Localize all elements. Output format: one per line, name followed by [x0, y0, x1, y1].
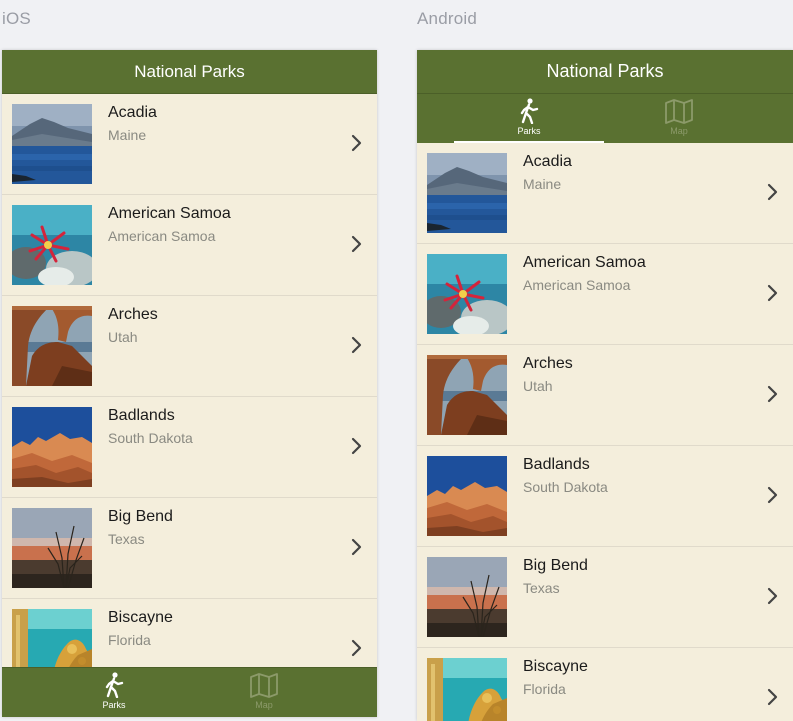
- park-row[interactable]: American Samoa American Samoa: [2, 195, 377, 296]
- chevron-right-icon: [767, 284, 779, 302]
- park-state: American Samoa: [108, 228, 216, 244]
- park-thumbnail: [12, 407, 92, 487]
- park-state: Texas: [523, 580, 560, 596]
- tab-label: Map: [255, 700, 273, 710]
- park-state: Maine: [523, 176, 562, 192]
- map-icon: [249, 671, 279, 699]
- chevron-right-icon: [767, 183, 779, 201]
- park-row[interactable]: Big Bend Texas: [2, 498, 377, 599]
- chevron-right-icon: [351, 134, 363, 152]
- tab-bar: Parks Map: [417, 93, 793, 143]
- tab-parks[interactable]: Parks: [454, 94, 604, 143]
- park-row[interactable]: Badlands South Dakota: [2, 397, 377, 498]
- park-name: Big Bend: [108, 508, 173, 525]
- chevron-right-icon: [767, 688, 779, 706]
- tab-label: Map: [670, 126, 688, 136]
- tab-parks[interactable]: Parks: [39, 668, 189, 717]
- park-state: Florida: [523, 681, 566, 697]
- park-thumbnail: [12, 306, 92, 386]
- park-thumbnail: [427, 557, 507, 637]
- park-name: Acadia: [108, 104, 157, 121]
- park-name: Biscayne: [523, 658, 588, 675]
- park-name: Arches: [523, 355, 573, 372]
- android-device: National Parks Parks Map Acadia Maine Am…: [417, 50, 793, 721]
- chevron-right-icon: [351, 538, 363, 556]
- chevron-right-icon: [767, 385, 779, 403]
- park-row[interactable]: Acadia Maine: [2, 94, 377, 195]
- map-icon: [664, 97, 694, 125]
- hiker-icon: [518, 97, 540, 125]
- chevron-right-icon: [351, 336, 363, 354]
- hiker-icon: [103, 671, 125, 699]
- park-name: Arches: [108, 306, 158, 323]
- chevron-right-icon: [351, 639, 363, 657]
- ios-label: iOS: [2, 9, 31, 28]
- park-name: Acadia: [523, 153, 572, 170]
- park-name: American Samoa: [523, 254, 646, 271]
- park-row[interactable]: Biscayne Florida: [417, 648, 793, 721]
- park-thumbnail: [427, 254, 507, 334]
- park-state: South Dakota: [523, 479, 608, 495]
- chevron-right-icon: [767, 587, 779, 605]
- park-name: American Samoa: [108, 205, 231, 222]
- ios-device: National Parks Acadia Maine American Samo…: [2, 50, 377, 717]
- park-row[interactable]: Badlands South Dakota: [417, 446, 793, 547]
- nav-bar-title: National Parks: [2, 50, 377, 94]
- chevron-right-icon: [767, 486, 779, 504]
- tab-map[interactable]: Map: [604, 94, 754, 143]
- park-row[interactable]: Big Bend Texas: [417, 547, 793, 648]
- park-state: Texas: [108, 531, 145, 547]
- tab-map[interactable]: Map: [189, 668, 339, 717]
- park-thumbnail: [427, 658, 507, 721]
- park-list[interactable]: Acadia Maine American Samoa American Samoa…: [417, 143, 793, 721]
- park-thumbnail: [12, 205, 92, 285]
- tab-bar: Parks Map: [2, 667, 377, 717]
- toolbar-title: National Parks: [417, 50, 793, 93]
- chevron-right-icon: [351, 437, 363, 455]
- park-thumbnail: [12, 104, 92, 184]
- park-state: South Dakota: [108, 430, 193, 446]
- park-state: Maine: [108, 127, 147, 143]
- park-list[interactable]: Acadia Maine American Samoa American Samoa…: [2, 94, 377, 700]
- park-name: Biscayne: [108, 609, 173, 626]
- park-thumbnail: [12, 508, 92, 588]
- tab-label: Parks: [102, 700, 126, 710]
- park-name: Badlands: [108, 407, 175, 424]
- park-row[interactable]: American Samoa American Samoa: [417, 244, 793, 345]
- park-name: Big Bend: [523, 557, 588, 574]
- park-state: Utah: [523, 378, 553, 394]
- park-thumbnail: [427, 355, 507, 435]
- park-row[interactable]: Acadia Maine: [417, 143, 793, 244]
- park-row[interactable]: Arches Utah: [2, 296, 377, 397]
- park-name: Badlands: [523, 456, 590, 473]
- park-state: Utah: [108, 329, 138, 345]
- park-thumbnail: [427, 153, 507, 233]
- tab-label: Parks: [517, 126, 541, 136]
- park-row[interactable]: Arches Utah: [417, 345, 793, 446]
- park-state: American Samoa: [523, 277, 631, 293]
- android-label: Android: [417, 9, 477, 28]
- chevron-right-icon: [351, 235, 363, 253]
- park-state: Florida: [108, 632, 151, 648]
- park-thumbnail: [427, 456, 507, 536]
